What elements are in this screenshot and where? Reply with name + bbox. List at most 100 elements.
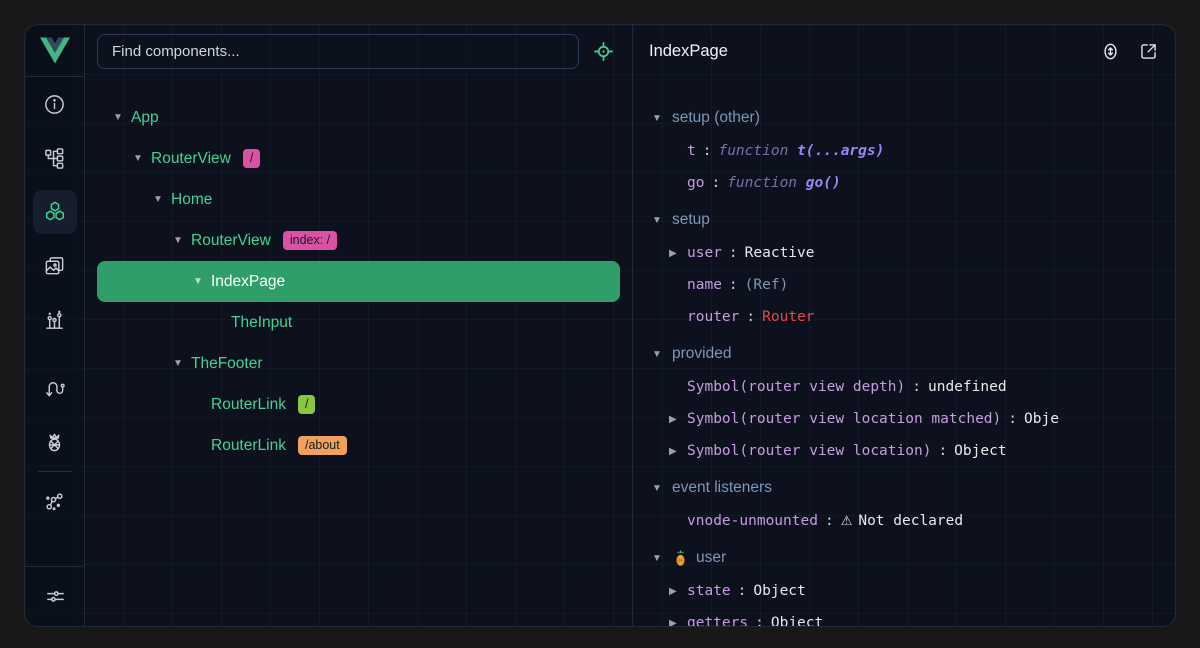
section-rows: Symbol(router view depth) : undefined ▶ … <box>633 371 1175 467</box>
property-row[interactable]: Symbol(router view depth) : undefined <box>633 371 1175 403</box>
sidebar-item-router[interactable] <box>25 361 85 415</box>
property-value: undefined <box>928 379 1007 395</box>
property-value: function go() <box>727 175 841 191</box>
function-signature: t(...args) <box>797 143 884 159</box>
inspector-panel: IndexPage ▼ setup (other) t : <box>632 25 1175 626</box>
value-text: Reactive <box>745 245 815 261</box>
expand-arrow-icon[interactable]: ▶ <box>669 414 687 425</box>
property-row[interactable]: go : function go() <box>633 167 1175 199</box>
property-value: Object <box>954 443 1006 459</box>
section-header[interactable]: ▼ setup (other) <box>633 101 1175 135</box>
tree-row[interactable]: ▼ RouterView index: / <box>97 220 620 261</box>
component-name: Home <box>171 191 212 209</box>
property-row[interactable]: ▶ user : Reactive <box>633 237 1175 269</box>
tree-row[interactable]: ▼ Home <box>97 179 620 220</box>
expand-arrow-icon[interactable]: ▶ <box>669 586 687 597</box>
expand-arrow-icon[interactable]: ▼ <box>652 553 672 564</box>
property-row[interactable]: vnode-unmounted : ⚠Not declared <box>633 505 1175 537</box>
tree-row[interactable]: ▼ TheFooter <box>97 343 620 384</box>
inspector-title: IndexPage <box>649 42 1099 61</box>
colon-separator: : <box>818 513 841 529</box>
expand-arrow-icon[interactable]: ▼ <box>173 235 191 246</box>
expand-arrow-icon[interactable]: ▼ <box>113 112 131 123</box>
colon-separator: : <box>722 277 745 293</box>
search-input[interactable] <box>98 43 578 60</box>
property-row[interactable]: t : function t(...args) <box>633 135 1175 167</box>
scroll-to-component-icon[interactable] <box>1099 40 1121 62</box>
value-text: Object <box>954 443 1006 459</box>
tree-row[interactable]: ▼ IndexPage <box>97 261 620 302</box>
section-header[interactable]: ▼ provided <box>633 337 1175 371</box>
state-section: ▼ user ▶ state : Object ▶ getters : Obje… <box>633 541 1175 626</box>
value-text: Object <box>771 615 823 626</box>
expand-arrow-icon[interactable]: ▼ <box>652 483 672 494</box>
sidebar-item-overview[interactable] <box>25 77 85 131</box>
tree-row[interactable]: ▼ RouterView / <box>97 138 620 179</box>
sidebar-divider <box>38 471 72 472</box>
expand-arrow-icon[interactable]: ▼ <box>193 276 211 287</box>
search-box[interactable] <box>97 34 579 69</box>
section-label: user <box>696 549 726 567</box>
sidebar-item-graph[interactable] <box>25 474 85 528</box>
section-rows: vnode-unmounted : ⚠Not declared <box>633 505 1175 537</box>
colon-separator: : <box>696 143 719 159</box>
tree-row[interactable]: RouterLink /about <box>97 425 620 466</box>
section-header[interactable]: ▼ user <box>633 541 1175 575</box>
property-key: vnode-unmounted <box>687 513 818 529</box>
property-key: Symbol(router view location) <box>687 443 931 459</box>
sidebar-item-timeline[interactable] <box>25 293 85 347</box>
sidebar-item-assets[interactable] <box>25 239 85 293</box>
property-row[interactable]: router : Router <box>633 301 1175 333</box>
graph-icon <box>43 490 66 513</box>
property-row[interactable]: ▶ getters : Object <box>633 607 1175 626</box>
section-rows: ▶ user : Reactive name : (Ref) router : … <box>633 237 1175 333</box>
sidebar-item-pinia[interactable] <box>25 415 85 469</box>
property-value: Router <box>762 309 814 325</box>
section-header[interactable]: ▼ setup <box>633 203 1175 237</box>
pages-tree-icon <box>43 147 66 170</box>
tree-row[interactable]: ▼ App <box>97 97 620 138</box>
value-text: Not declared <box>858 513 963 529</box>
sidebar-item-settings[interactable] <box>25 566 85 626</box>
property-row[interactable]: ▶ Symbol(router view location) : Object <box>633 435 1175 467</box>
open-in-editor-icon[interactable] <box>1137 40 1159 62</box>
property-value: Object <box>771 615 823 626</box>
property-value: function t(...args) <box>718 143 884 159</box>
expand-arrow-icon[interactable]: ▶ <box>669 618 687 627</box>
sidebar-item-components[interactable] <box>25 185 85 239</box>
tree-row[interactable]: RouterLink / <box>97 384 620 425</box>
colon-separator: : <box>748 615 771 626</box>
section-header[interactable]: ▼ event listeners <box>633 471 1175 505</box>
tree-toolbar <box>85 25 632 77</box>
vue-logo[interactable] <box>25 25 84 77</box>
expand-arrow-icon[interactable]: ▶ <box>669 446 687 457</box>
expand-arrow-icon[interactable]: ▼ <box>652 349 672 360</box>
property-row[interactable]: ▶ Symbol(router view location matched) :… <box>633 403 1175 435</box>
expand-arrow-icon[interactable]: ▶ <box>669 248 687 259</box>
property-key: user <box>687 245 722 261</box>
expand-arrow-icon[interactable]: ▼ <box>652 215 672 226</box>
expand-arrow-icon[interactable]: ▼ <box>133 153 151 164</box>
colon-separator: : <box>731 583 754 599</box>
section-label: provided <box>672 345 731 363</box>
component-picker-target-icon[interactable] <box>592 40 614 62</box>
property-row[interactable]: name : (Ref) <box>633 269 1175 301</box>
function-keyword: function <box>727 175 806 191</box>
value-text: undefined <box>928 379 1007 395</box>
colon-separator: : <box>1001 411 1024 427</box>
property-row[interactable]: ▶ state : Object <box>633 575 1175 607</box>
colon-separator: : <box>905 379 928 395</box>
component-name: App <box>131 109 159 127</box>
function-signature: go() <box>806 175 841 191</box>
sidebar-item-pages[interactable] <box>25 131 85 185</box>
component-name: RouterView <box>151 150 231 168</box>
property-value: ⚠Not declared <box>841 513 963 529</box>
expand-arrow-icon[interactable]: ▼ <box>153 194 171 205</box>
property-key: name <box>687 277 722 293</box>
expand-arrow-icon[interactable]: ▼ <box>173 358 191 369</box>
expand-arrow-icon[interactable]: ▼ <box>652 113 672 124</box>
tree-row[interactable]: TheInput <box>97 302 620 343</box>
state-section: ▼ provided Symbol(router view depth) : u… <box>633 337 1175 467</box>
component-name: RouterView <box>191 232 271 250</box>
vue-devtools-window: ▼ App ▼ RouterView / ▼ Home ▼ RouterView… <box>24 24 1176 627</box>
